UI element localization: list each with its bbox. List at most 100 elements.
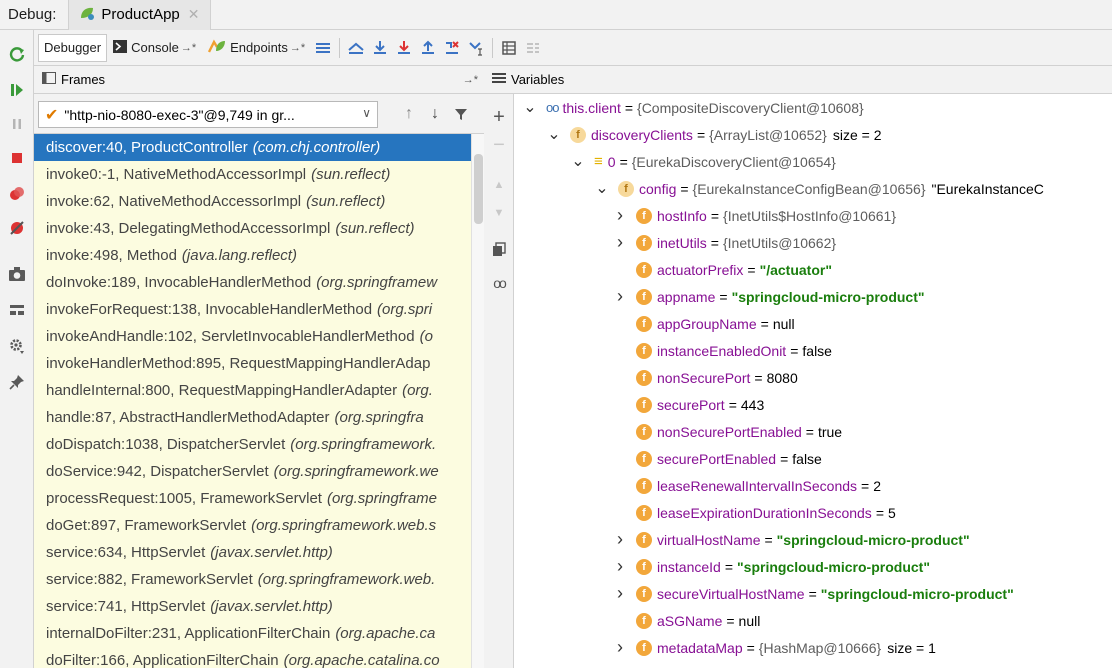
tab-endpoints[interactable]: Endpoints →* [202,34,311,62]
variable-row[interactable]: › f appname = "springcloud-micro-product" [612,283,925,310]
step-out-icon[interactable] [416,34,440,62]
frame-item[interactable]: service:634, HttpServlet (javax.servlet.h… [34,539,484,566]
next-frame-icon[interactable]: ↓ [424,102,446,126]
variable-row[interactable]: f leaseExpirationDurationInSeconds = 5 [612,499,896,526]
frame-item[interactable]: doInvoke:189, InvocableHandlerMethod (org… [34,269,484,296]
variable-row[interactable]: ⌄ oo this.client = {CompositeDiscoveryClient… [522,94,863,121]
thread-dropdown-value: "http-nio-8080-exec-3"@9,749 in gr... [64,106,295,123]
stop-icon[interactable] [4,146,30,170]
frame-item[interactable]: invokeHandlerMethod:895, RequestMappingH… [34,350,484,377]
remove-watch-icon[interactable]: − [488,134,510,156]
variable-row[interactable]: › f virtualHostName = "springcloud-micro-pro… [612,526,970,553]
variable-row[interactable]: f securePortEnabled = false [612,445,822,472]
variable-name: instanceEnabledOnit [657,342,787,359]
move-up-icon[interactable]: ▲ [488,174,510,196]
expand-arrow-icon[interactable]: › [612,232,628,253]
frame-item[interactable]: internalDoFilter:231, ApplicationFilterC… [34,620,484,647]
frame-class: (org.springframework. [290,436,437,453]
collapse-arrow-icon[interactable]: ⌄ [594,180,610,196]
tab-console[interactable]: Console →* [107,34,202,62]
filter-icon[interactable] [450,102,472,126]
variable-value: size = 1 [887,639,936,656]
variable-row[interactable]: f nonSecurePortEnabled = true [612,418,842,445]
variable-row[interactable]: ⌄ ≡ 0 = {EurekaDiscoveryClient@10654} [570,148,836,175]
frame-item[interactable]: discover:40, ProductController (com.chj.c… [34,134,484,161]
frame-item[interactable]: invoke:62, NativeMethodAccessorImpl (sun.… [34,188,484,215]
variable-row[interactable]: f instanceEnabledOnit = false [612,337,832,364]
frame-item[interactable]: doFilter:166, ApplicationFilterChain (org… [34,647,484,668]
add-watch-icon[interactable]: + [488,106,510,128]
collapse-arrow-icon[interactable]: ⌄ [546,126,562,142]
scrollbar-thumb[interactable] [474,154,483,224]
rerun-icon[interactable] [4,42,30,66]
camera-icon[interactable] [4,262,30,286]
pin-icon[interactable] [4,370,30,394]
previous-frame-icon[interactable]: ↑ [398,102,420,126]
expand-arrow-icon[interactable]: › [612,529,628,550]
variable-row[interactable]: f nonSecurePort = 8080 [612,364,798,391]
frame-item[interactable]: invoke:43, DelegatingMethodAccessorImpl(… [34,215,484,242]
frame-list-scrollbar[interactable] [471,134,484,668]
expand-arrow-icon[interactable]: › [612,286,628,307]
resume-icon[interactable] [4,78,30,102]
variable-row[interactable]: › f hostInfo = {InetUtils$HostInfo@10661} [612,202,896,229]
expand-arrow-icon[interactable]: › [612,637,628,658]
show-execution-point-icon[interactable] [344,34,368,62]
variable-row[interactable]: f appGroupName = null [612,310,795,337]
trace-stream-icon[interactable] [521,34,545,62]
variable-row[interactable]: ⌄ f discoveryClients = {ArrayList@10652} size… [546,121,882,148]
variable-row[interactable]: f actuatorPrefix = "/actuator" [612,256,832,283]
variable-row[interactable]: › f metadataMap = {HashMap@10666} size = 1 [612,634,936,661]
expand-arrow-icon[interactable]: › [612,556,628,577]
frame-method: invoke:62, NativeMethodAccessorImpl [46,193,302,210]
expand-arrow-icon[interactable]: › [612,205,628,226]
evaluate-expression-icon[interactable] [497,34,521,62]
frame-item[interactable]: doGet:897, FrameworkServlet (org.springfr… [34,512,484,539]
variable-row[interactable]: › f instanceId = "springcloud-micro-product" [612,553,930,580]
frames-panel: Frames →* ✔ "http-nio-8080-exec-3"@9,749… [34,66,484,668]
frame-item[interactable]: handleInternal:800, RequestMappingHandle… [34,377,484,404]
drop-frame-icon[interactable] [440,34,464,62]
variable-row[interactable]: f leaseRenewalIntervalInSeconds = 2 [612,472,881,499]
frame-item[interactable]: doDispatch:1038, DispatcherServlet (org.s… [34,431,484,458]
field-icon: f [636,612,652,629]
copy-icon[interactable] [488,238,510,260]
run-config-tab[interactable]: ProductApp ✕ [68,0,211,30]
frame-item[interactable]: service:882, FrameworkServlet (org.spring… [34,566,484,593]
move-down-icon[interactable]: ▼ [488,202,510,224]
frame-class: (javax.servlet.http) [210,598,333,615]
variable-row[interactable]: › f secureVirtualHostName = "springcloud-mic… [612,580,1014,607]
frame-item[interactable]: service:741, HttpServlet (javax.servlet.h… [34,593,484,620]
frame-item[interactable]: invoke:498, Method (java.lang.reflect) [34,242,484,269]
variable-row[interactable]: f aSGName = null [612,607,760,634]
frame-item[interactable]: handle:87, AbstractHandlerMethodAdapter(… [34,404,484,431]
run-to-cursor-icon[interactable] [464,34,488,62]
view-breakpoints-icon[interactable] [4,182,30,206]
thread-dropdown[interactable]: ✔ "http-nio-8080-exec-3"@9,749 in gr... … [38,101,378,128]
expand-arrow-icon[interactable]: › [612,583,628,604]
pause-icon[interactable] [4,112,30,136]
variable-row[interactable]: f securePort = 443 [612,391,764,418]
pin-arrow-icon[interactable]: →* [463,74,478,86]
frame-item[interactable]: processRequest:1005, FrameworkServlet (or… [34,485,484,512]
variable-row[interactable]: ⌄ f config = {EurekaInstanceConfigBean@10656… [594,175,1044,202]
variable-object-ref: {EurekaDiscoveryClient@10654} [631,153,836,170]
frame-item[interactable]: doService:942, DispatcherServlet (org.spr… [34,458,484,485]
variable-row[interactable]: › f inetUtils = {InetUtils@10662} [612,229,836,256]
step-over-icon[interactable] [368,34,392,62]
show-watches-icon[interactable]: oo [488,272,510,294]
collapse-arrow-icon[interactable]: ⌄ [522,99,538,115]
settings-icon[interactable] [4,334,30,358]
frames-menu-icon[interactable] [311,34,335,62]
step-into-icon[interactable] [392,34,416,62]
close-icon[interactable]: ✕ [188,6,200,23]
mute-breakpoints-icon[interactable] [4,216,30,240]
frame-item[interactable]: invokeAndHandle:102, ServletInvocableHan… [34,323,484,350]
frame-method: invoke:498, Method [46,247,177,264]
tab-debugger[interactable]: Debugger [38,33,108,62]
collapse-arrow-icon[interactable]: ⌄ [570,153,586,169]
frame-item[interactable]: invokeForRequest:138, InvocableHandlerMe… [34,296,484,323]
variables-tree: ⌄ oo this.client = {CompositeDiscoveryClient… [514,94,1112,668]
layout-icon[interactable] [4,298,30,322]
frame-item[interactable]: invoke0:-1, NativeMethodAccessorImpl (sun… [34,161,484,188]
